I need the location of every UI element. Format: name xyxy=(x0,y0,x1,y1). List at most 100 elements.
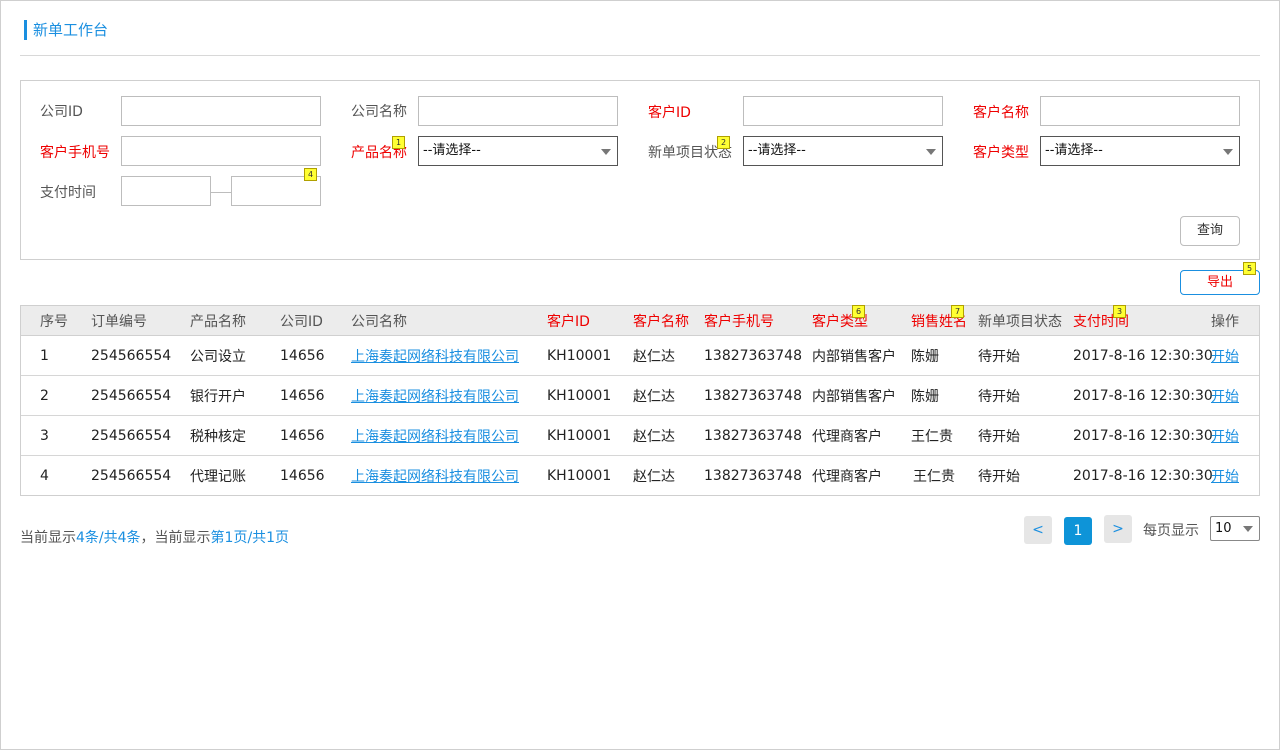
cell-product: 银行开户 xyxy=(190,389,246,405)
cell-order-no: 254566554 xyxy=(91,468,172,484)
cell-sales-name: 王仁贵 xyxy=(911,429,953,445)
cell-customer-name: 赵仁达 xyxy=(633,429,675,445)
cell-customer-id: KH10001 xyxy=(547,388,612,404)
cell-customer-id: KH10001 xyxy=(547,428,612,444)
cell-seq: 3 xyxy=(40,428,49,444)
cell-customer-name: 赵仁达 xyxy=(633,469,675,485)
cell-customer-type: 内部销售客户 xyxy=(812,389,896,405)
cell-pay-time: 2017-8-16 12:30:30 xyxy=(1073,388,1213,404)
customer-id-input[interactable] xyxy=(743,96,943,126)
pagination-info-mid: ，当前显示 xyxy=(140,530,211,546)
customer-type-select-value: --请选择-- xyxy=(1045,143,1103,158)
cell-phone: 13827363748 xyxy=(704,348,802,364)
cell-product: 公司设立 xyxy=(190,349,246,365)
customer-name-input[interactable] xyxy=(1040,96,1240,126)
cell-sales-name: 王仁贵 xyxy=(913,469,955,485)
pagination-info-prefix: 当前显示 xyxy=(20,530,76,546)
cell-company-id: 14656 xyxy=(280,428,325,444)
company-name-link[interactable]: 上海奏起网络科技有限公司 xyxy=(351,416,519,456)
cell-phone: 13827363748 xyxy=(704,388,802,404)
company-id-label: 公司ID xyxy=(40,104,83,120)
col-company-id: 公司ID xyxy=(280,314,323,330)
pagination-info: 当前显示4条/共4条，当前显示第1页/共1页 xyxy=(20,528,289,548)
company-id-input[interactable] xyxy=(121,96,321,126)
company-name-input[interactable] xyxy=(418,96,618,126)
start-link[interactable]: 开始 xyxy=(1211,376,1239,416)
pagination-pages: 第1页/共1页 xyxy=(210,530,290,546)
customer-phone-label: 客户手机号 xyxy=(40,145,110,161)
table-row: 4 254566554 代理记账 14656 上海奏起网络科技有限公司 KH10… xyxy=(21,456,1259,496)
annotation-badge: 7 xyxy=(951,305,964,318)
chevron-down-icon xyxy=(601,149,611,155)
range-separator xyxy=(211,192,231,193)
cell-sales-name: 陈姗 xyxy=(911,349,939,365)
customer-phone-input[interactable] xyxy=(121,136,321,166)
table-row: 3 254566554 税种核定 14656 上海奏起网络科技有限公司 KH10… xyxy=(21,416,1259,456)
col-customer-name: 客户名称 xyxy=(633,314,689,330)
start-link[interactable]: 开始 xyxy=(1211,336,1239,376)
cell-customer-id: KH10001 xyxy=(547,468,612,484)
start-link[interactable]: 开始 xyxy=(1211,416,1239,456)
col-company-name: 公司名称 xyxy=(351,314,407,330)
customer-name-label: 客户名称 xyxy=(973,105,1029,121)
orders-table: 序号 订单编号 产品名称 公司ID 公司名称 客户ID 客户名称 客户手机号 客… xyxy=(20,305,1260,496)
product-name-select[interactable]: --请选择-- xyxy=(418,136,618,166)
cell-order-no: 254566554 xyxy=(91,388,172,404)
cell-seq: 4 xyxy=(40,468,49,484)
page-title: 新单工作台 xyxy=(24,20,108,40)
company-name-label: 公司名称 xyxy=(351,104,407,120)
filter-panel: 公司ID 公司名称 客户ID 客户名称 客户手机号 产品名称 1 --请选择--… xyxy=(20,80,1260,260)
annotation-badge: 6 xyxy=(852,305,865,318)
col-phone: 客户手机号 xyxy=(704,314,774,330)
query-button[interactable]: 查询 xyxy=(1180,216,1240,246)
cell-company-id: 14656 xyxy=(280,468,325,484)
annotation-badge: 5 xyxy=(1243,262,1256,275)
table-row: 2 254566554 银行开户 14656 上海奏起网络科技有限公司 KH10… xyxy=(21,376,1259,416)
cell-customer-name: 赵仁达 xyxy=(633,389,675,405)
col-product: 产品名称 xyxy=(190,314,246,330)
cell-seq: 2 xyxy=(40,388,49,404)
col-status: 新单项目状态 xyxy=(978,314,1062,330)
pagination-count: 4条/共4条 xyxy=(76,530,141,546)
cell-customer-name: 赵仁达 xyxy=(633,349,675,365)
chevron-down-icon xyxy=(926,149,936,155)
cell-company-id: 14656 xyxy=(280,348,325,364)
cell-seq: 1 xyxy=(40,348,49,364)
cell-company-id: 14656 xyxy=(280,388,325,404)
cell-customer-type: 内部销售客户 xyxy=(812,349,896,365)
cell-customer-type: 代理商客户 xyxy=(812,469,882,485)
annotation-badge: 1 xyxy=(392,136,405,149)
title-divider xyxy=(20,55,1260,56)
per-page-label: 每页显示 xyxy=(1143,523,1199,539)
pay-time-label: 支付时间 xyxy=(40,185,96,201)
start-link[interactable]: 开始 xyxy=(1211,456,1239,496)
table-header: 序号 订单编号 产品名称 公司ID 公司名称 客户ID 客户名称 客户手机号 客… xyxy=(21,305,1259,336)
company-name-link[interactable]: 上海奏起网络科技有限公司 xyxy=(351,336,519,376)
cell-order-no: 254566554 xyxy=(91,428,172,444)
cell-status: 待开始 xyxy=(978,389,1020,405)
cell-phone: 13827363748 xyxy=(704,468,802,484)
cell-status: 待开始 xyxy=(978,429,1020,445)
table-row: 1 254566554 公司设立 14656 上海奏起网络科技有限公司 KH10… xyxy=(21,336,1259,376)
cell-product: 代理记账 xyxy=(190,469,246,485)
next-page-button[interactable]: > xyxy=(1104,515,1132,543)
col-customer-id: 客户ID xyxy=(547,314,590,330)
per-page-value: 10 xyxy=(1215,521,1232,536)
cell-product: 税种核定 xyxy=(190,429,246,445)
cell-phone: 13827363748 xyxy=(704,428,802,444)
cell-pay-time: 2017-8-16 12:30:30 xyxy=(1073,468,1213,484)
col-action: 操作 xyxy=(1211,314,1239,330)
company-name-link[interactable]: 上海奏起网络科技有限公司 xyxy=(351,376,519,416)
customer-type-select[interactable]: --请选择-- xyxy=(1040,136,1240,166)
cell-order-no: 254566554 xyxy=(91,348,172,364)
pay-time-start-input[interactable] xyxy=(121,176,211,206)
per-page-select[interactable]: 10 xyxy=(1210,516,1260,541)
project-status-select-value: --请选择-- xyxy=(748,143,806,158)
cell-pay-time: 2017-8-16 12:30:30 xyxy=(1073,348,1213,364)
prev-page-button[interactable]: < xyxy=(1024,516,1052,544)
page-1-button[interactable]: 1 xyxy=(1064,517,1092,545)
annotation-badge: 3 xyxy=(1113,305,1126,318)
chevron-down-icon xyxy=(1223,149,1233,155)
project-status-select[interactable]: --请选择-- xyxy=(743,136,943,166)
company-name-link[interactable]: 上海奏起网络科技有限公司 xyxy=(351,456,519,496)
